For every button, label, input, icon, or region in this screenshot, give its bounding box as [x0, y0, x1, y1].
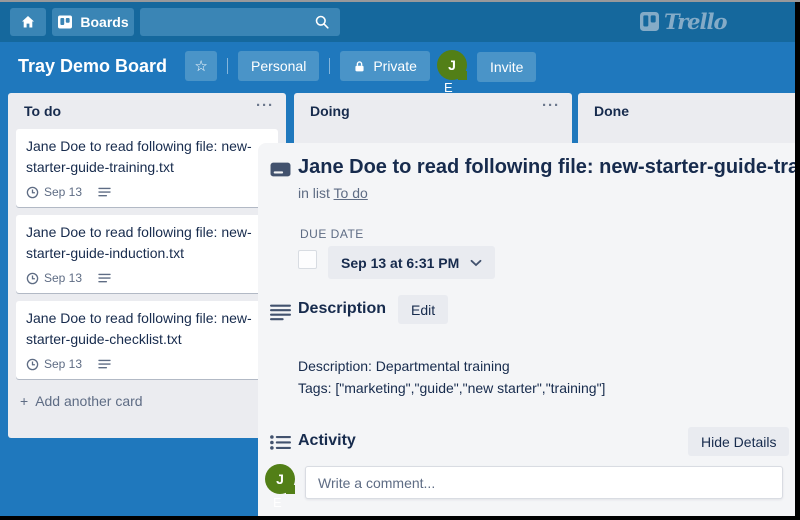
private-button-label: Private — [373, 58, 417, 74]
edit-button-label: Edit — [411, 302, 435, 318]
list-todo-cards: Jane Doe to read following file: new-sta… — [8, 125, 286, 379]
window-right-edge — [795, 0, 800, 520]
due-date-value: Sep 13 at 6:31 PM — [341, 255, 459, 271]
modal-in-list: in list To do — [298, 185, 368, 201]
due-date-checkbox[interactable] — [298, 250, 317, 269]
due-date-button[interactable]: Sep 13 at 6:31 PM — [328, 246, 495, 279]
header-divider — [329, 58, 330, 74]
card-badges: Sep 13 — [26, 271, 268, 285]
card-badges: Sep 13 — [26, 185, 268, 199]
card-badges: Sep 13 — [26, 357, 268, 371]
boards-button-label: Boards — [80, 14, 128, 30]
avatar-initial: J — [448, 57, 456, 73]
trello-logo-icon — [640, 12, 659, 31]
star-icon: ☆ — [194, 57, 207, 75]
card-induction[interactable]: Jane Doe to read following file: new-sta… — [16, 215, 278, 293]
list-todo-name[interactable]: To do — [8, 93, 286, 125]
boards-button[interactable]: Boards — [52, 8, 134, 36]
edit-description-button[interactable]: Edit — [398, 295, 448, 324]
due-badge: Sep 13 — [44, 271, 82, 285]
add-another-card-button[interactable]: + Add another card — [8, 387, 286, 419]
list-todo-menu-icon[interactable]: ··· — [256, 97, 274, 114]
home-button[interactable] — [10, 8, 46, 36]
description-tags-line: Tags: ["marketing","guide","new starter"… — [298, 377, 605, 399]
board-header: Tray Demo Board ☆ Personal Private — [0, 42, 800, 90]
trello-app-window: Boards Trello Tray Demo Board ☆ Personal — [0, 0, 800, 520]
activity-heading: Activity — [298, 432, 356, 450]
description-badge-icon — [98, 273, 111, 284]
avatar-initial-overflow: E — [273, 495, 282, 510]
clock-icon — [26, 186, 39, 199]
trello-logo[interactable]: Trello — [640, 9, 727, 34]
invite-button-label: Invite — [490, 59, 523, 75]
description-heading: Description — [298, 300, 386, 318]
list-doing-name[interactable]: Doing — [294, 93, 572, 125]
due-badge: Sep 13 — [44, 357, 82, 371]
card-detail-modal: Jane Doe to read following file: new-sta… — [258, 143, 800, 520]
modal-card-title[interactable]: Jane Doe to read following file: new-sta… — [298, 156, 800, 179]
comment-input-wrap — [305, 466, 783, 499]
list-todo: To do ··· Jane Doe to read following fil… — [8, 93, 286, 438]
description-badge-icon — [98, 359, 111, 370]
trello-logo-wordmark: Trello — [664, 9, 727, 34]
due-badge: Sep 13 — [44, 185, 82, 199]
description-badge-icon — [98, 187, 111, 198]
card-icon — [270, 161, 291, 178]
search-icon — [314, 14, 330, 30]
lock-icon — [353, 60, 366, 73]
add-card-label: Add another card — [35, 393, 142, 409]
in-list-prefix: in list — [298, 185, 330, 201]
chevron-down-icon — [470, 259, 482, 267]
card-checklist[interactable]: Jane Doe to read following file: new-sta… — [16, 301, 278, 379]
in-list-link[interactable]: To do — [334, 185, 368, 201]
comment-input[interactable] — [306, 467, 800, 498]
activity-icon — [270, 435, 291, 451]
window-top-edge — [0, 0, 800, 2]
home-icon — [20, 14, 36, 30]
hide-details-button[interactable]: Hide Details — [688, 427, 789, 456]
boards-icon — [57, 14, 73, 30]
description-line: Description: Departmental training — [298, 355, 605, 377]
star-board-button[interactable]: ☆ — [185, 51, 217, 81]
header-divider — [227, 58, 228, 74]
personal-button[interactable]: Personal — [238, 51, 319, 81]
private-button[interactable]: Private — [340, 51, 430, 81]
avatar-initial-overflow: E — [444, 80, 453, 95]
description-icon — [270, 304, 291, 321]
plus-icon: + — [20, 393, 28, 409]
card-title: Jane Doe to read following file: new-sta… — [26, 308, 268, 350]
card-training[interactable]: Jane Doe to read following file: new-sta… — [16, 129, 278, 207]
list-done-name[interactable]: Done — [578, 93, 800, 125]
member-avatar[interactable]: J — [437, 50, 467, 80]
due-date-label: DUE DATE — [300, 227, 364, 241]
comment-avatar: J — [265, 464, 295, 494]
list-doing-menu-icon[interactable]: ··· — [542, 97, 560, 114]
search-input[interactable] — [140, 8, 340, 36]
description-body: Description: Departmental training Tags:… — [298, 355, 605, 399]
personal-button-label: Personal — [251, 58, 306, 74]
clock-icon — [26, 358, 39, 371]
clock-icon — [26, 272, 39, 285]
board-title: Tray Demo Board — [18, 56, 167, 77]
invite-button[interactable]: Invite — [477, 52, 536, 82]
top-nav-bar: Boards Trello — [0, 2, 800, 42]
card-title: Jane Doe to read following file: new-sta… — [26, 136, 268, 178]
window-bottom-edge — [0, 516, 800, 520]
hide-details-label: Hide Details — [701, 434, 776, 450]
avatar-initial: J — [276, 471, 284, 487]
card-title: Jane Doe to read following file: new-sta… — [26, 222, 268, 264]
